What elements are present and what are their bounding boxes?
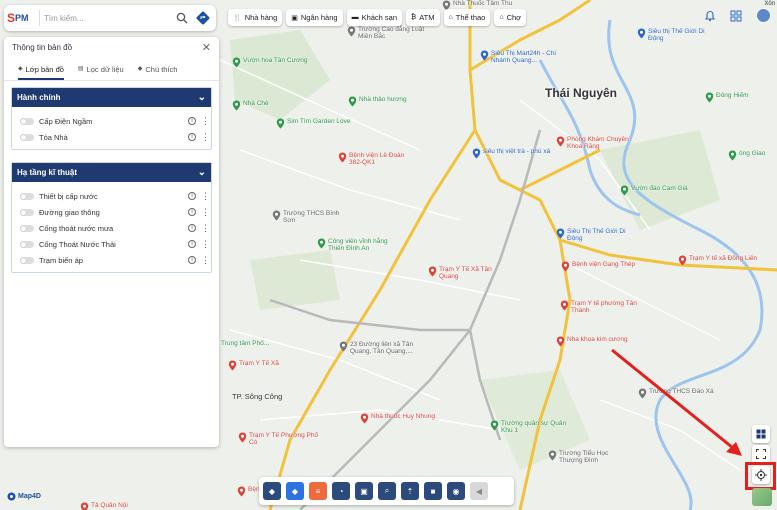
map4d-logo[interactable]: Map4D [7, 492, 41, 501]
map4d-label: Map4D [18, 493, 41, 500]
map4d-logo-icon [7, 492, 16, 501]
annotation-arrow [611, 348, 742, 456]
